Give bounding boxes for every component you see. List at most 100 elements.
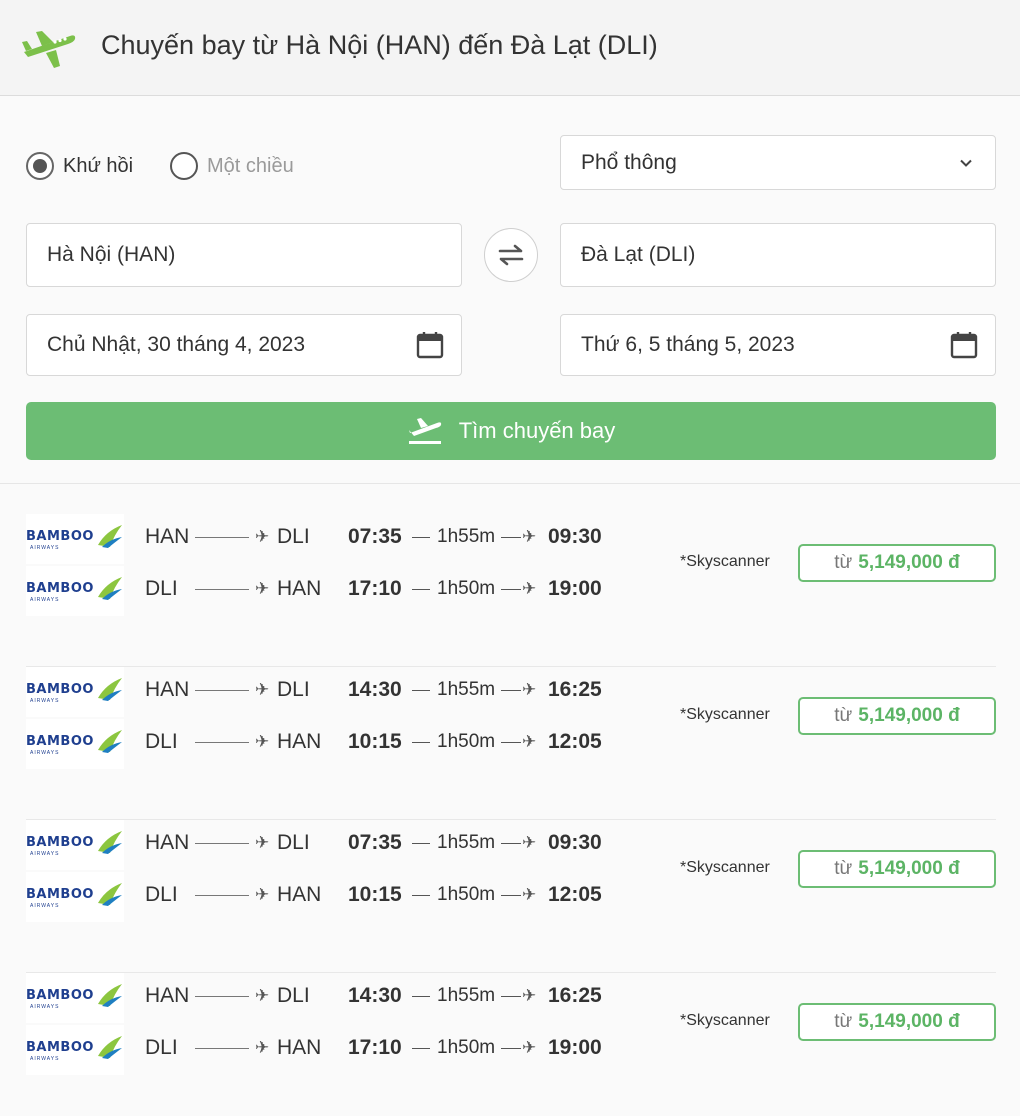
flight-result-row: BAMBOO AIRWAYS HAN ✈ DLI 14:30 1h55m ✈ 16:25 BAMB… bbox=[26, 973, 996, 1116]
depart-time: 17:10 bbox=[348, 1036, 402, 1059]
swap-button[interactable] bbox=[484, 228, 538, 282]
page-title: Chuyến bay từ Hà Nội (HAN) đến Đà Lạt (D… bbox=[101, 30, 658, 60]
price-button[interactable]: từ 5,149,000 đ bbox=[798, 544, 996, 582]
return-date-field[interactable]: Thứ 6, 5 tháng 5, 2023 bbox=[560, 314, 996, 376]
airline-logo: BAMBOO AIRWAYS bbox=[26, 872, 124, 922]
outbound-leg: BAMBOO AIRWAYS HAN ✈ DLI 14:30 1h55m ✈ 16:25 bbox=[26, 973, 666, 1023]
flight-duration: 1h50m bbox=[437, 1037, 496, 1058]
round-trip-radio[interactable]: Khứ hồi bbox=[26, 152, 133, 180]
route-line bbox=[195, 843, 249, 844]
plane-arrow-icon: ✈ bbox=[255, 732, 270, 751]
airline-logo: BAMBOO AIRWAYS bbox=[26, 973, 124, 1023]
bamboo-leaf-icon bbox=[98, 1036, 122, 1059]
cabin-class-value: Phổ thông bbox=[581, 150, 677, 174]
depart-date-field[interactable]: Chủ Nhật, 30 tháng 4, 2023 bbox=[26, 314, 462, 376]
plane-arrow-icon: ✈ bbox=[255, 527, 270, 546]
duration-dash bbox=[501, 589, 521, 590]
bamboo-leaf-icon bbox=[98, 678, 122, 701]
arrive-time: 16:25 bbox=[548, 678, 602, 701]
radio-checked-icon bbox=[26, 152, 54, 180]
calendar-icon[interactable] bbox=[949, 330, 979, 360]
plane-arrow-icon: ✈ bbox=[522, 833, 537, 852]
destination-code: DLI bbox=[277, 678, 310, 701]
airplane-icon bbox=[22, 31, 76, 68]
airline-logo: BAMBOO AIRWAYS bbox=[26, 719, 124, 769]
airline-logo-text: BAMBOO bbox=[26, 682, 94, 697]
arrive-time: 19:00 bbox=[548, 1036, 602, 1059]
search-flights-button[interactable]: Tìm chuyến bay bbox=[26, 402, 996, 460]
bamboo-leaf-icon bbox=[98, 831, 122, 854]
duration-dash bbox=[412, 843, 430, 844]
flight-duration: 1h50m bbox=[437, 731, 496, 752]
depart-time: 17:10 bbox=[348, 577, 402, 600]
airline-logo-subtext: AIRWAYS bbox=[30, 545, 60, 551]
price-button[interactable]: từ 5,149,000 đ bbox=[798, 697, 996, 735]
inbound-leg: BAMBOO AIRWAYS DLI ✈ HAN 10:15 1h50m ✈ 12:05 bbox=[26, 719, 666, 769]
origin-field[interactable] bbox=[26, 223, 462, 287]
plane-arrow-icon: ✈ bbox=[522, 1038, 537, 1057]
price-amount: 5,149,000 đ bbox=[858, 1011, 960, 1032]
depart-time: 14:30 bbox=[348, 678, 402, 701]
duration-dash bbox=[501, 690, 521, 691]
plane-arrow-icon: ✈ bbox=[522, 986, 537, 1005]
inbound-leg: BAMBOO AIRWAYS DLI ✈ HAN 17:10 1h50m ✈ 19:00 bbox=[26, 1025, 666, 1075]
page-header: Chuyến bay từ Hà Nội (HAN) đến Đà Lạt (D… bbox=[0, 0, 1020, 96]
origin-input[interactable] bbox=[47, 243, 461, 267]
one-way-radio[interactable]: Một chiều bbox=[170, 152, 294, 180]
duration-dash bbox=[501, 843, 521, 844]
price-button[interactable]: từ 5,149,000 đ bbox=[798, 850, 996, 888]
plane-arrow-icon: ✈ bbox=[255, 579, 270, 598]
price-prefix: từ bbox=[834, 1011, 853, 1032]
price-source-label: *Skyscanner bbox=[680, 706, 770, 723]
depart-time: 07:35 bbox=[348, 831, 402, 854]
calendar-icon[interactable] bbox=[415, 330, 445, 360]
duration-dash bbox=[501, 742, 521, 743]
airline-logo-subtext: AIRWAYS bbox=[30, 750, 60, 756]
round-trip-label: Khứ hồi bbox=[63, 154, 134, 177]
price-button[interactable]: từ 5,149,000 đ bbox=[798, 1003, 996, 1041]
plane-arrow-icon: ✈ bbox=[522, 680, 537, 699]
price-prefix: từ bbox=[834, 705, 853, 726]
arrive-time: 09:30 bbox=[548, 525, 602, 548]
duration-dash bbox=[412, 690, 430, 691]
airline-logo-text: BAMBOO bbox=[26, 581, 94, 596]
airline-logo-text: BAMBOO bbox=[26, 734, 94, 749]
origin-code: DLI bbox=[145, 1036, 178, 1059]
route-line bbox=[195, 742, 249, 743]
duration-dash bbox=[501, 996, 521, 997]
price-amount: 5,149,000 đ bbox=[858, 552, 960, 573]
airline-logo-subtext: AIRWAYS bbox=[30, 1056, 60, 1062]
origin-code: DLI bbox=[145, 883, 178, 906]
flight-duration: 1h55m bbox=[437, 679, 496, 700]
bamboo-leaf-icon bbox=[98, 984, 122, 1007]
depart-time: 10:15 bbox=[348, 883, 402, 906]
price-amount: 5,149,000 đ bbox=[858, 858, 960, 879]
origin-code: DLI bbox=[145, 730, 178, 753]
destination-field[interactable] bbox=[560, 223, 996, 287]
arrive-time: 12:05 bbox=[548, 730, 602, 753]
route-line bbox=[195, 895, 249, 896]
price-prefix: từ bbox=[834, 552, 853, 573]
airline-logo-subtext: AIRWAYS bbox=[30, 903, 60, 909]
route-line bbox=[195, 537, 249, 538]
route-line bbox=[195, 690, 249, 691]
destination-code: DLI bbox=[277, 525, 310, 548]
outbound-leg: BAMBOO AIRWAYS HAN ✈ DLI 14:30 1h55m ✈ 16:25 bbox=[26, 667, 666, 717]
arrive-time: 09:30 bbox=[548, 831, 602, 854]
cabin-class-select[interactable]: Phổ thông bbox=[560, 135, 996, 190]
destination-code: HAN bbox=[277, 730, 322, 753]
destination-code: HAN bbox=[277, 883, 322, 906]
origin-code: HAN bbox=[145, 525, 190, 548]
results-list: BAMBOO AIRWAYS HAN ✈ DLI 07:35 1h55m ✈ 09:30 BAMB… bbox=[0, 484, 1020, 1116]
outbound-leg: BAMBOO AIRWAYS HAN ✈ DLI 07:35 1h55m ✈ 09:30 bbox=[26, 820, 666, 870]
airline-logo-subtext: AIRWAYS bbox=[30, 851, 60, 857]
destination-input[interactable] bbox=[581, 243, 995, 267]
route-line bbox=[195, 1048, 249, 1049]
price-prefix: từ bbox=[834, 858, 853, 879]
origin-code: DLI bbox=[145, 577, 178, 600]
origin-code: HAN bbox=[145, 984, 190, 1007]
airline-logo: BAMBOO AIRWAYS bbox=[26, 667, 124, 717]
origin-code: HAN bbox=[145, 831, 190, 854]
outbound-leg: BAMBOO AIRWAYS HAN ✈ DLI 07:35 1h55m ✈ 09:30 bbox=[26, 514, 666, 564]
airline-logo-text: BAMBOO bbox=[26, 835, 94, 850]
